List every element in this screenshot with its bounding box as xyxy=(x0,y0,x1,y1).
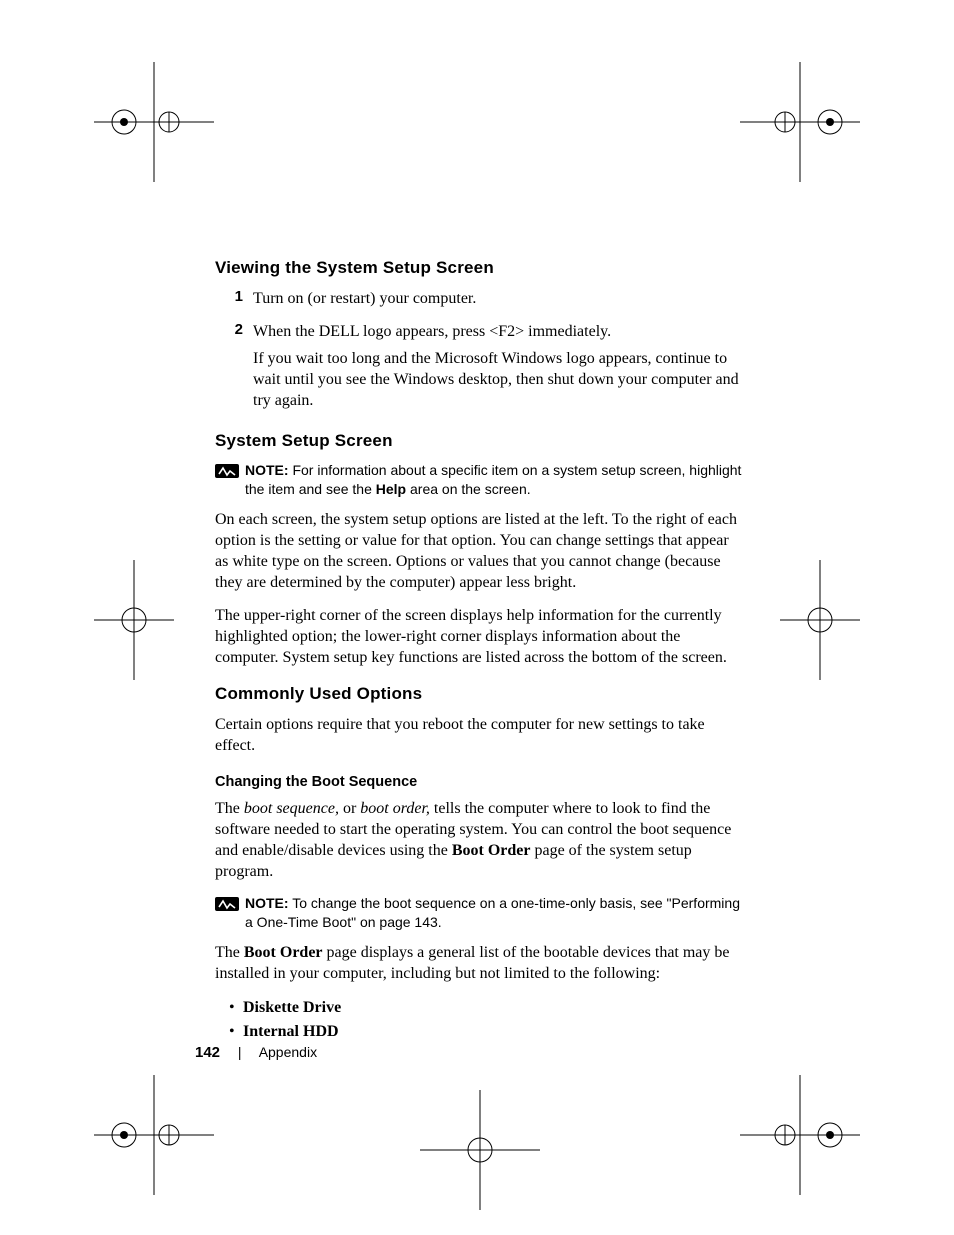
italic-text: boot sequence, xyxy=(244,800,339,817)
subheading-boot-sequence: Changing the Boot Sequence xyxy=(215,774,745,790)
heading-viewing: Viewing the System Setup Screen xyxy=(215,258,745,278)
bold-text: Boot Order xyxy=(244,944,323,961)
ordered-list: 1 Turn on (or restart) your computer. 2 … xyxy=(215,288,745,417)
note-body-text: area on the screen. xyxy=(406,481,531,497)
footer-separator: | xyxy=(238,1044,242,1060)
crop-mark-icon xyxy=(740,560,860,680)
crop-mark-icon xyxy=(94,62,214,182)
page-number: 142 xyxy=(195,1044,220,1061)
body-text: Certain options require that you reboot … xyxy=(215,714,745,756)
text-run: The xyxy=(215,800,244,817)
note-body-text: To change the boot sequence on a one-tim… xyxy=(245,895,740,930)
bullet-item: Diskette Drive xyxy=(243,996,745,1020)
page-content: Viewing the System Setup Screen 1 Turn o… xyxy=(215,258,745,1056)
bullet-list: Diskette Drive Internal HDD xyxy=(215,996,745,1044)
note-text: NOTE: To change the boot sequence on a o… xyxy=(245,894,745,932)
note-block: NOTE: To change the boot sequence on a o… xyxy=(215,894,745,932)
text-run: The xyxy=(215,944,244,961)
heading-system-setup: System Setup Screen xyxy=(215,431,745,451)
list-text: When the DELL logo appears, press <F2> i… xyxy=(253,321,745,417)
note-block: NOTE: For information about a specific i… xyxy=(215,461,745,499)
crop-mark-icon xyxy=(94,560,214,680)
body-text: The upper-right corner of the screen dis… xyxy=(215,605,745,668)
note-label: NOTE: xyxy=(245,895,289,911)
crop-mark-icon xyxy=(94,1075,214,1195)
body-text: On each screen, the system setup options… xyxy=(215,509,745,593)
heading-common-options: Commonly Used Options xyxy=(215,684,745,704)
list-item: 1 Turn on (or restart) your computer. xyxy=(215,288,745,315)
bold-text: Boot Order xyxy=(452,842,531,859)
list-item: 2 When the DELL logo appears, press <F2>… xyxy=(215,321,745,417)
crop-mark-icon xyxy=(740,62,860,182)
body-text: If you wait too long and the Microsoft W… xyxy=(253,348,745,411)
text-run: or xyxy=(339,800,360,817)
body-text: When the DELL logo appears, press <F2> i… xyxy=(253,321,745,342)
bullet-item: Internal HDD xyxy=(243,1020,745,1044)
note-bold: Help xyxy=(376,481,406,497)
footer-section: Appendix xyxy=(259,1044,317,1060)
note-icon xyxy=(215,895,239,913)
italic-text: boot order, xyxy=(360,800,430,817)
body-text: The boot sequence, or boot order, tells … xyxy=(215,798,745,882)
body-text: Turn on (or restart) your computer. xyxy=(253,288,476,309)
note-icon xyxy=(215,462,239,480)
list-text: Turn on (or restart) your computer. xyxy=(253,288,476,315)
crop-mark-icon xyxy=(740,1075,860,1195)
list-number: 2 xyxy=(215,321,253,417)
note-label: NOTE: xyxy=(245,462,289,478)
note-text: NOTE: For information about a specific i… xyxy=(245,461,745,499)
list-number: 1 xyxy=(215,288,253,315)
body-text: The Boot Order page displays a general l… xyxy=(215,942,745,984)
page-footer: 142 | Appendix xyxy=(195,1044,317,1061)
crop-mark-icon xyxy=(420,1090,540,1210)
